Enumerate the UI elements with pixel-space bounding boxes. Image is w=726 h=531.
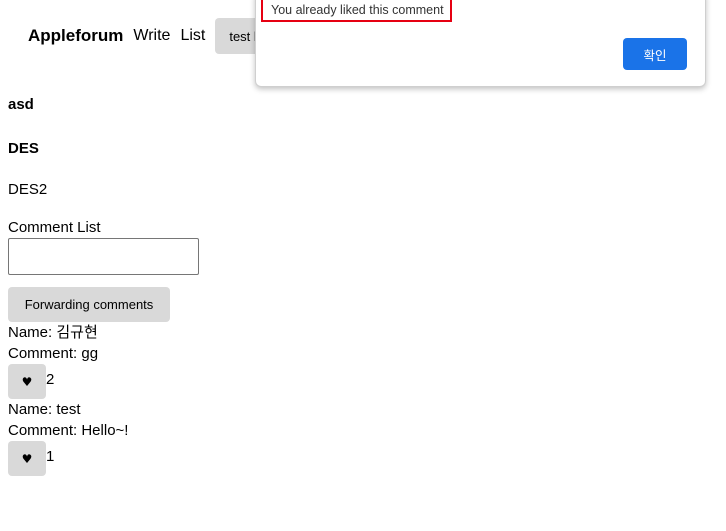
comment-text: Comment: gg (8, 345, 99, 362)
like-count: 1 (46, 448, 55, 465)
ok-button[interactable]: 확인 (623, 38, 687, 70)
page: Appleforum Write List test l asd DES DES… (0, 0, 726, 531)
alert-message: You already liked this comment (261, 0, 452, 22)
alert-dialog: You already liked this comment 확인 (255, 0, 706, 87)
post-subtitle: DES (8, 140, 39, 157)
nav-write-link[interactable]: Write (133, 27, 170, 45)
post-title: asd (8, 96, 34, 113)
top-nav: Appleforum Write List test l (28, 18, 271, 54)
comment-list-label: Comment List (8, 219, 101, 236)
comment-input[interactable] (8, 238, 199, 275)
comment-author: Name: 김규현 (8, 324, 98, 341)
post-content: DES2 (8, 181, 48, 198)
nav-list-link[interactable]: List (180, 27, 205, 45)
heart-icon: ♥ (21, 451, 33, 466)
like-count: 2 (46, 371, 55, 388)
comment-author: Name: test (8, 401, 81, 418)
brand-logo[interactable]: Appleforum (28, 26, 123, 46)
like-button[interactable]: ♥ (8, 441, 46, 476)
comment-text: Comment: Hello~! (8, 422, 129, 439)
heart-icon: ♥ (21, 374, 33, 389)
like-button[interactable]: ♥ (8, 364, 46, 399)
forward-comments-button[interactable]: Forwarding comments (8, 287, 170, 322)
